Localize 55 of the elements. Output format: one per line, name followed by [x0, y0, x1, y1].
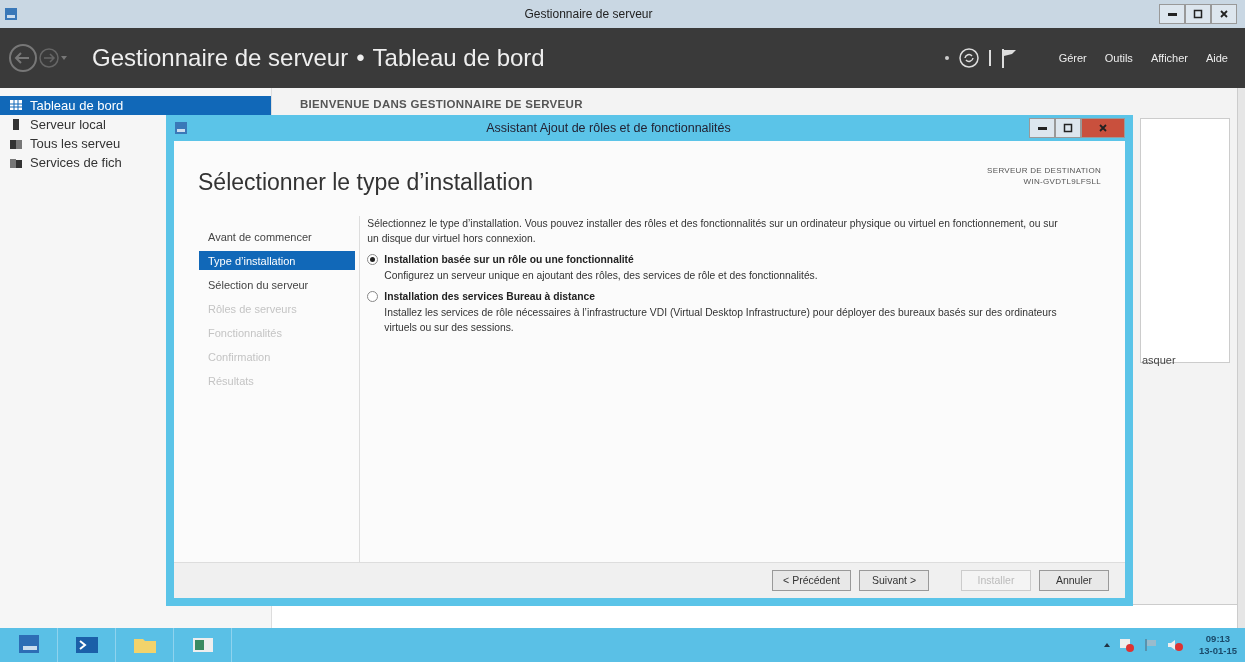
breadcrumb-app[interactable]: Gestionnaire de serveur [92, 40, 349, 76]
back-icon[interactable] [8, 43, 38, 73]
app-icon [4, 7, 18, 21]
wizard-step[interactable]: Sélection du serveur [199, 274, 356, 294]
refresh-icon[interactable] [957, 47, 980, 69]
breadcrumb-separator: • [356, 43, 365, 73]
sidebar-item[interactable]: Tous les serveu [0, 134, 271, 153]
window-title: Gestionnaire de serveur [523, 6, 654, 23]
minimize-button[interactable] [1029, 118, 1055, 138]
destination-server: WIN-GVDTL9LFSLL [1022, 176, 1101, 188]
dialog-button[interactable]: < Précédent [772, 570, 851, 591]
servers-icon [10, 138, 22, 149]
maximize-icon [1062, 122, 1074, 134]
grid-icon [10, 100, 22, 111]
close-icon [1097, 122, 1109, 134]
option-description: Configurez un serveur unique en ajoutant des rôles, des services de rôle et des fonctionnalités. [384, 268, 818, 283]
menu-item[interactable]: Outils [1095, 49, 1142, 67]
radio-button[interactable] [367, 291, 379, 303]
option-description: Installez les services de rôle nécessaires à l’infrastructure VDI (Virtual Desktop Infrastructure) pour déployer des bureaux basés sur des ordinateurs virtuels ou sur des sessions. [384, 305, 1058, 336]
dialog-title: Assistant Ajout de rôles et de fonctionnalités [485, 119, 732, 137]
files-icon [10, 157, 22, 168]
speaker-icon[interactable] [1166, 638, 1183, 652]
clock-time: 09:13 [1204, 632, 1232, 645]
dialog-button[interactable]: Annuler [1039, 570, 1109, 591]
network-icon[interactable] [1118, 638, 1135, 652]
radio-button[interactable] [367, 254, 379, 266]
wizard-step[interactable]: Type d’installation [199, 250, 356, 270]
menu-item[interactable]: Aide [1196, 49, 1237, 67]
maximize-button[interactable] [1055, 118, 1081, 138]
sidebar-item[interactable]: Tableau de bord [0, 96, 271, 115]
flag-icon[interactable] [999, 47, 1018, 69]
wizard-step[interactable]: Avant de commencer [199, 226, 356, 246]
maximize-button[interactable] [1185, 4, 1211, 24]
server-icon [10, 119, 22, 130]
intro-text: Sélectionnez le type d’installation. Vous pouvez installer des rôles et des fonctionnalités sur un ordinateur physique ou virtuel en fonctionnement, ou sur un disque dur virtuel hors connexion. [367, 216, 1059, 246]
minimize-button[interactable] [1159, 4, 1185, 24]
minimize-icon [1037, 126, 1047, 130]
forward-icon[interactable] [38, 47, 60, 69]
scrollbar[interactable] [1237, 88, 1245, 628]
close-button[interactable] [1211, 4, 1237, 24]
clock-date: 13-01-15 [1198, 645, 1237, 658]
maximize-icon [1192, 8, 1204, 20]
close-icon [1218, 8, 1230, 20]
option-label[interactable]: Installation des services Bureau à distance [384, 289, 1065, 305]
dialog-button[interactable]: Suivant > [859, 570, 929, 591]
destination-label: SERVEUR DE DESTINATION [987, 165, 1101, 177]
welcome-heading: BIENVENUE DANS GESTIONNAIRE DE SERVEUR [299, 97, 584, 112]
menu-item[interactable]: Afficher [1141, 49, 1197, 67]
option-label[interactable]: Installation basée sur un rôle ou une fonctionnalité [384, 252, 818, 268]
minimize-icon [1167, 12, 1177, 16]
breadcrumb-page: Tableau de bord [372, 43, 545, 73]
app-icon [174, 121, 188, 135]
menu-item[interactable]: Gérer [1049, 49, 1096, 67]
hide-link[interactable]: asquer [1142, 352, 1176, 369]
sidebar-item[interactable]: Serveur local [0, 115, 271, 134]
